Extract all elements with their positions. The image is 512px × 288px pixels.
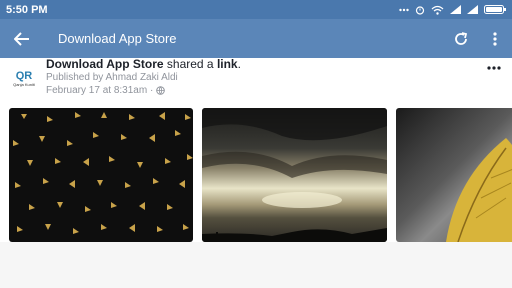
post-options-button[interactable] bbox=[484, 60, 504, 76]
status-time: 5:50 PM bbox=[6, 3, 48, 16]
overflow-menu-button[interactable] bbox=[478, 19, 512, 58]
more-notifications-icon bbox=[399, 8, 409, 12]
refresh-button[interactable] bbox=[444, 19, 478, 58]
battery-icon bbox=[484, 5, 506, 14]
globe-icon bbox=[156, 86, 166, 95]
page-title: Download App Store bbox=[58, 31, 177, 46]
photo-sunset-clouds[interactable] bbox=[202, 108, 387, 242]
link-text[interactable]: link bbox=[217, 57, 238, 71]
post-card: QR Qanja Kuniti Download App Store share… bbox=[0, 57, 512, 242]
post-meta: February 17 at 8:31am · bbox=[46, 85, 166, 96]
more-vert-icon bbox=[493, 31, 497, 46]
photo-gold-triangles[interactable] bbox=[9, 108, 193, 242]
app-bar: Download App Store bbox=[0, 19, 512, 58]
back-button[interactable] bbox=[0, 19, 44, 58]
more-horiz-icon bbox=[487, 66, 501, 70]
post-headline: Download App Store shared a link. bbox=[46, 57, 241, 71]
photo-carousel[interactable] bbox=[0, 108, 512, 242]
yellow-leaf bbox=[446, 138, 512, 242]
end-text: . bbox=[237, 57, 241, 71]
gold-triangles-pattern bbox=[13, 112, 193, 234]
status-icons bbox=[399, 5, 506, 15]
action-text: shared a bbox=[163, 57, 217, 71]
status-bar: 5:50 PM bbox=[0, 0, 512, 19]
page-name-link[interactable]: Download App Store bbox=[46, 57, 164, 71]
feed-background bbox=[0, 242, 512, 288]
avatar-text: Qanja Kuniti bbox=[13, 81, 35, 87]
published-by: Published by Ahmad Zaki Aldi bbox=[46, 72, 178, 83]
alarm-icon bbox=[415, 5, 425, 15]
refresh-icon bbox=[455, 31, 468, 45]
photo-yellow-leaf[interactable] bbox=[396, 108, 512, 242]
signal-icon-2 bbox=[467, 5, 478, 14]
signal-icon-1 bbox=[450, 5, 461, 14]
arrow-left-icon bbox=[14, 31, 29, 46]
post-header: QR Qanja Kuniti Download App Store share… bbox=[0, 57, 512, 106]
post-timestamp[interactable]: February 17 at 8:31am · bbox=[46, 85, 153, 96]
sunset-silhouette bbox=[202, 108, 387, 242]
wifi-icon bbox=[431, 5, 444, 15]
avatar-logo: QR bbox=[15, 69, 33, 82]
avatar[interactable]: QR Qanja Kuniti bbox=[9, 64, 39, 94]
app-bar-actions bbox=[444, 19, 512, 58]
